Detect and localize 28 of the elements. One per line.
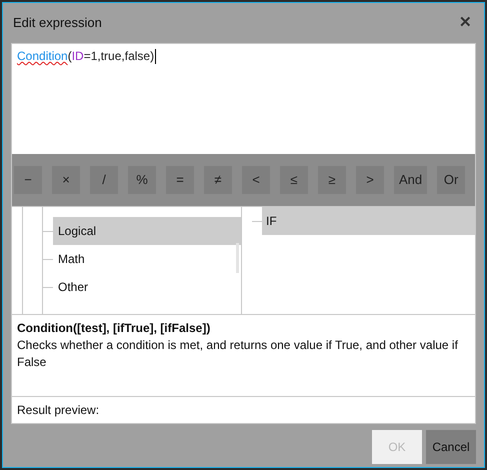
operator-button[interactable]: ≤: [280, 166, 308, 194]
function-item[interactable]: IF: [262, 207, 475, 235]
operator-button[interactable]: ≠: [204, 166, 232, 194]
expression-token: ID: [72, 48, 84, 65]
category-item[interactable]: Other: [53, 273, 241, 301]
expression-editor[interactable]: Condition(ID=1,true,false): [12, 44, 475, 154]
close-button[interactable]: ✕: [455, 12, 476, 34]
operator-button[interactable]: <: [242, 166, 270, 194]
expression-token: =1,true,false): [84, 48, 154, 65]
category-item[interactable]: Math: [53, 245, 241, 273]
operator-button[interactable]: /: [90, 166, 118, 194]
category-item[interactable]: Logical: [53, 217, 241, 245]
operator-button[interactable]: >: [356, 166, 384, 194]
function-description: Checks whether a condition is met, and returns one value if True, and other value if False: [17, 337, 459, 371]
operator-button[interactable]: −: [14, 166, 42, 194]
function-signature: Condition([test], [ifTrue], [ifFalse]): [17, 320, 212, 337]
window-title: Edit expression: [12, 14, 103, 32]
operator-button[interactable]: %: [128, 166, 156, 194]
dialog-button[interactable]: Cancel: [426, 430, 476, 464]
operator-button[interactable]: Or: [437, 166, 466, 194]
operator-button[interactable]: ≥: [318, 166, 346, 194]
text-cursor: [155, 48, 156, 64]
expression-token: Condition: [17, 48, 68, 65]
expression-token: (: [68, 48, 72, 65]
operator-button[interactable]: ×: [52, 166, 80, 194]
operator-button[interactable]: =: [166, 166, 194, 194]
operator-button[interactable]: And: [394, 166, 428, 194]
result-preview-label: Result preview:: [17, 402, 100, 419]
